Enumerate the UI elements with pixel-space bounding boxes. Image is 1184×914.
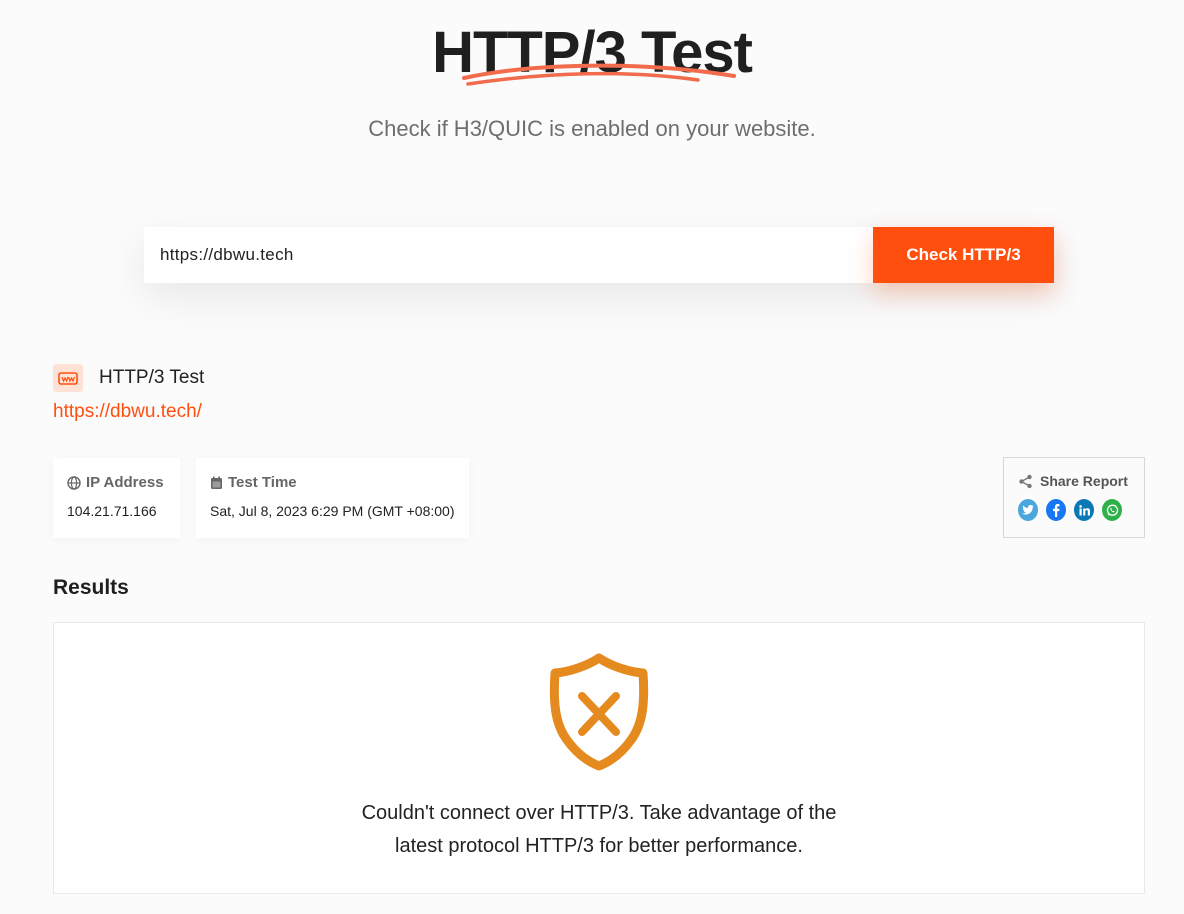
share-icon [1019,474,1032,488]
results-heading: Results [53,576,129,599]
ip-address-value: 104.21.71.166 [67,503,157,519]
test-time-card: Test Time Sat, Jul 8, 2023 6:29 PM (GMT … [196,458,469,538]
share-report-label: Share Report [1018,473,1130,489]
results-panel: Couldn't connect over HTTP/3. Take advan… [53,622,1145,894]
ip-address-card: IP Address 104.21.71.166 [53,458,180,538]
result-message-line-1: Couldn't connect over HTTP/3. Take advan… [361,802,837,824]
share-report-box: Share Report [1003,457,1145,538]
page-subtitle: Check if H3/QUIC is enabled on your webs… [368,116,816,141]
linkedin-icon[interactable] [1074,499,1094,521]
result-message-line-2: latest protocol HTTP/3 for better perfor… [395,835,803,857]
ip-address-label-text: IP Address [86,474,164,491]
test-time-value: Sat, Jul 8, 2023 6:29 PM (GMT +08:00) [210,503,455,519]
check-http3-button[interactable]: Check HTTP/3 [873,227,1054,283]
report-header: HTTP/3 Test [53,364,204,392]
ip-address-label: IP Address [67,474,166,491]
result-message: Couldn't connect over HTTP/3. Take advan… [54,797,1144,863]
test-time-label-text: Test Time [228,474,297,491]
share-report-label-text: Share Report [1040,473,1128,489]
report-title: HTTP/3 Test [99,367,205,388]
url-input[interactable] [144,227,873,283]
title-underline-decoration [462,63,736,86]
calendar-icon [211,476,222,489]
twitter-icon[interactable] [1018,499,1038,521]
share-icons [1018,499,1130,521]
www-icon [53,364,83,392]
report-url-link[interactable]: https://dbwu.tech/ [53,401,202,423]
facebook-icon[interactable] [1046,499,1066,521]
shield-x-icon [549,653,649,771]
whatsapp-icon[interactable] [1102,499,1122,521]
url-search-bar: Check HTTP/3 [144,227,1054,283]
test-time-label: Test Time [210,474,455,491]
globe-icon [67,475,81,490]
